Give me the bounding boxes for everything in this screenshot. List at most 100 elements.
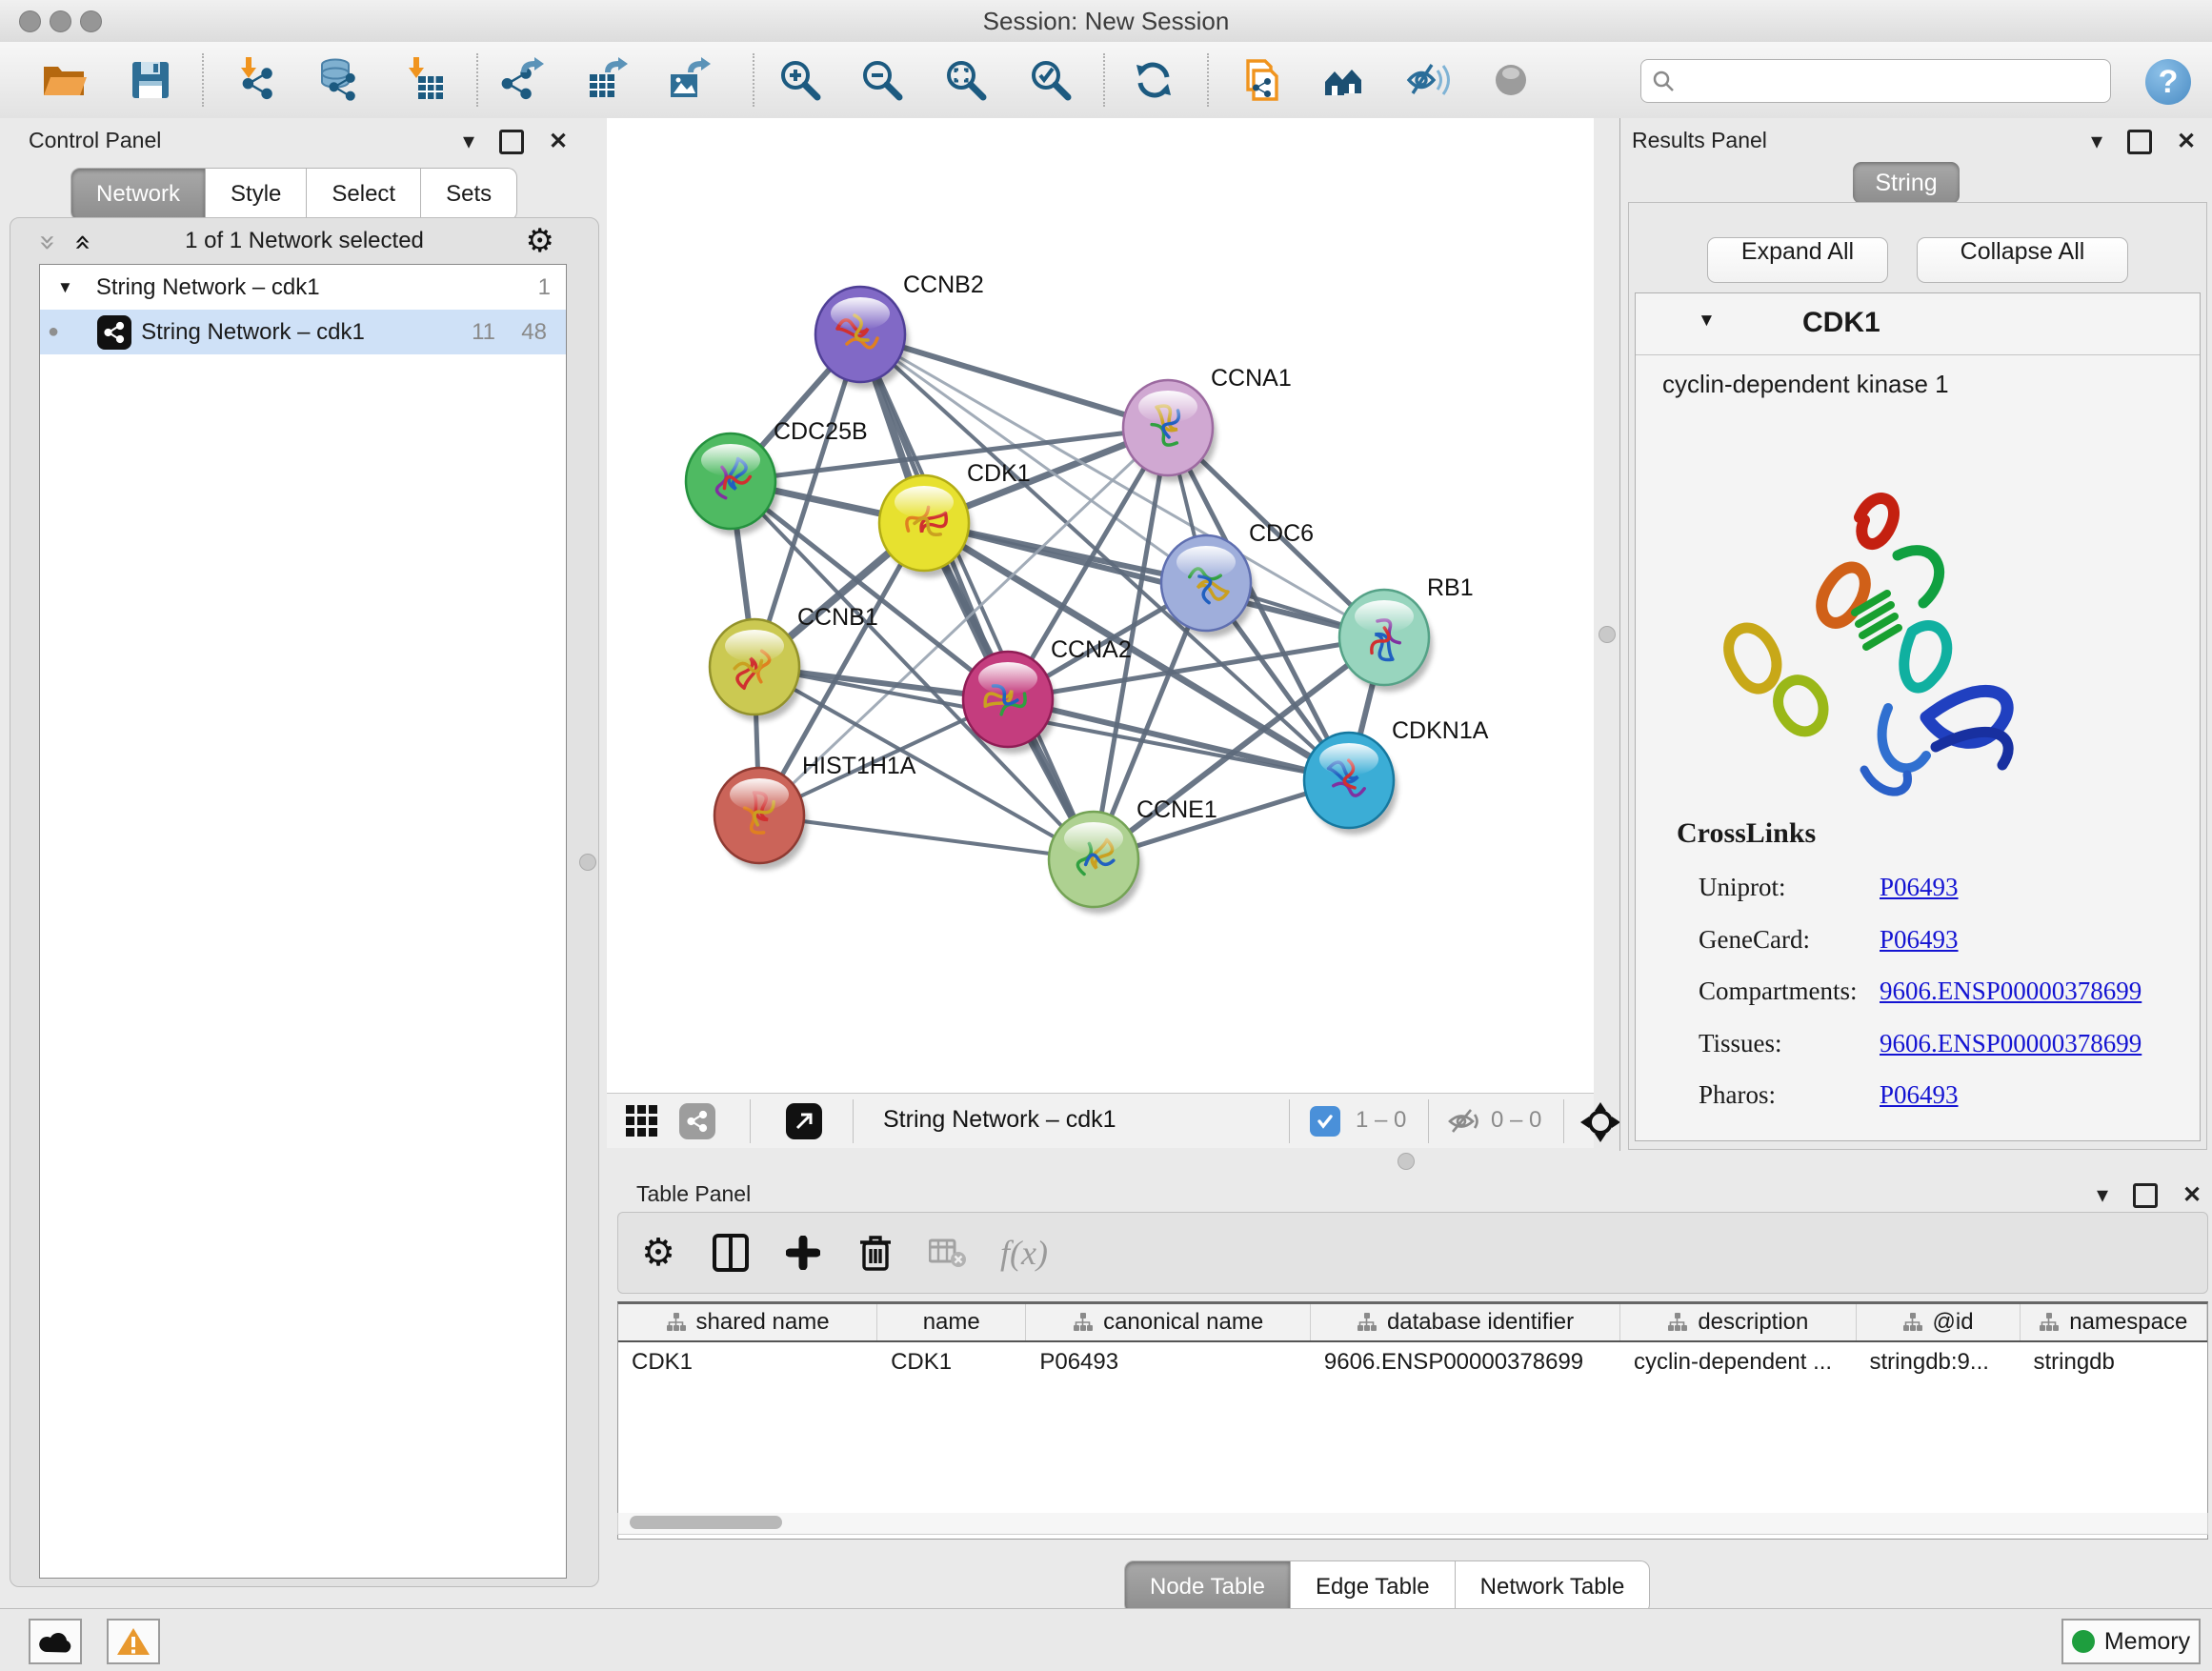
expand-all-button[interactable]: Expand All [1707,237,1888,283]
node-RB1[interactable]: RB1 [1339,574,1474,692]
zoom-selected-button[interactable] [1021,50,1080,110]
hidden-eye-icon[interactable] [1447,1106,1481,1137]
houses-button[interactable] [1315,50,1374,110]
memory-button[interactable]: Memory [2061,1619,2201,1664]
function-builder-icon[interactable]: f(x) [986,1213,1062,1293]
fit-selected-crosshair-icon[interactable] [1580,1102,1620,1142]
tab-edge-table[interactable]: Edge Table [1291,1560,1456,1614]
delete-column-icon[interactable] [849,1213,902,1293]
table-options-gear-icon[interactable]: ⚙ [632,1213,685,1293]
column-header-name[interactable]: name [877,1304,1026,1340]
column-header-@id[interactable]: @id [1857,1304,2021,1340]
edge-CDK1-RB1[interactable] [924,523,1384,637]
birdseye-grid-icon[interactable] [626,1105,658,1137]
tree-row-network[interactable]: ● String Network – cdk1 11 48 [40,310,566,354]
cell-canonical-name[interactable]: P06493 [1026,1342,1311,1382]
tab-network-table[interactable]: Network Table [1456,1560,1651,1614]
export-image-button[interactable] [660,50,719,110]
protein-header-row[interactable]: ▼ CDK1 [1636,293,2200,355]
column-header-database-identifier[interactable]: database identifier [1311,1304,1620,1340]
tab-string[interactable]: String [1853,162,1960,204]
column-header-namespace[interactable]: namespace [2021,1304,2207,1340]
import-network-database-button[interactable] [308,50,367,110]
crosslink-link[interactable]: P06493 [1880,873,1959,902]
inactive-sphere-icon [1488,57,1534,103]
toolbar-separator [202,53,204,107]
crosslink-link[interactable]: P06493 [1880,925,1959,955]
crosslink-link[interactable]: 9606.ENSP00000378699 [1880,1029,2142,1058]
horizontal-splitter[interactable] [607,1148,2212,1174]
maximize-results-icon[interactable] [2127,130,2152,154]
node-HIST1H1A[interactable]: HIST1H1A [714,753,916,870]
detach-view-icon[interactable] [786,1103,822,1139]
float-table-icon[interactable]: ▾ [2097,1184,2108,1207]
tree-row-collection[interactable]: ▼ String Network – cdk1 1 [40,265,566,310]
float-results-icon[interactable]: ▾ [2091,131,2102,153]
options-gear-icon[interactable]: ⚙ [526,222,554,260]
close-table-icon[interactable]: ✕ [2182,1184,2202,1207]
maximize-panel-icon[interactable] [499,130,524,154]
column-header-shared-name[interactable]: shared name [618,1304,877,1340]
node-CDK1[interactable]: CDK1 [879,460,1031,577]
cell-database-identifier[interactable]: 9606.ENSP00000378699 [1311,1342,1620,1382]
left-splitter-handle[interactable] [579,854,596,871]
node-label-CCNA2: CCNA2 [1051,636,1132,663]
help-button[interactable]: ? [2145,59,2191,105]
maximize-table-icon[interactable] [2133,1183,2158,1208]
selected-counts: 1 – 0 [1356,1107,1406,1134]
zoom-in-button[interactable] [771,50,830,110]
cell-name[interactable]: CDK1 [877,1342,1026,1382]
right-splitter-handle[interactable] [1599,626,1616,643]
cell-shared-name[interactable]: CDK1 [618,1342,877,1382]
inactive-sphere-button[interactable] [1481,50,1540,110]
column-header-description[interactable]: description [1620,1304,1857,1340]
zoom-out-button[interactable] [853,50,912,110]
table-hscrollbar-thumb[interactable] [630,1516,782,1529]
close-panel-icon[interactable]: ✕ [549,131,568,153]
tab-sets[interactable]: Sets [421,168,517,221]
open-session-button[interactable] [34,50,93,110]
column-header-canonical-name[interactable]: canonical name [1026,1304,1311,1340]
import-table-button[interactable] [396,50,455,110]
show-columns-icon[interactable] [704,1213,757,1293]
delete-table-icon[interactable] [921,1213,975,1293]
import-network-button[interactable] [229,50,288,110]
table-row[interactable]: CDK1CDK1P064939606.ENSP00000378699cyclin… [618,1342,2207,1382]
warning-button[interactable] [107,1619,160,1664]
refresh-view-button[interactable] [1124,50,1183,110]
vertical-splitter[interactable] [1594,118,1619,1151]
edge-CCNB2-CCNE1[interactable] [860,334,1094,859]
export-network-button[interactable] [493,50,553,110]
hide-unhide-button[interactable] [1398,50,1458,110]
close-results-icon[interactable]: ✕ [2177,131,2196,153]
memory-status-icon [2072,1630,2095,1653]
copy-documents-button[interactable] [1230,50,1289,110]
save-session-button[interactable] [121,50,180,110]
tab-style[interactable]: Style [206,168,307,221]
export-table-button[interactable] [577,50,636,110]
cell-namespace[interactable]: stringdb [2020,1342,2207,1382]
string-share-icon[interactable] [679,1103,715,1139]
cell-@id[interactable]: stringdb:9... [1857,1342,2021,1382]
search-input[interactable] [1685,67,2110,95]
selected-checkbox-icon[interactable] [1310,1106,1340,1137]
edge-HIST1H1A-CCNE1[interactable] [759,815,1094,859]
cell-description[interactable]: cyclin-dependent ... [1620,1342,1857,1382]
collapse-all-button[interactable]: Collapse All [1917,237,2128,283]
tab-select[interactable]: Select [307,168,421,221]
node-CCNB1[interactable]: CCNB1 [710,604,878,721]
add-column-icon[interactable] [776,1213,830,1293]
crosslink-link[interactable]: P06493 [1880,1080,1959,1110]
tab-network[interactable]: Network [70,168,206,221]
collapse-arrow-icon[interactable]: ▼ [57,278,73,297]
network-view[interactable]: CCNB2 CCNA1 CDC25B CDK1 CDC6 R [607,118,1594,1093]
cloud-button[interactable] [29,1619,82,1664]
collapse-protein-icon[interactable]: ▼ [1698,311,1716,332]
node-CDC6[interactable]: CDC6 [1161,520,1314,637]
node-CDKN1A[interactable]: CDKN1A [1304,717,1489,835]
crosslink-link[interactable]: 9606.ENSP00000378699 [1880,976,2142,1006]
float-panel-icon[interactable]: ▾ [463,131,474,153]
bottom-splitter-handle[interactable] [1398,1153,1415,1170]
zoom-fit-button[interactable] [936,50,995,110]
tab-node-table[interactable]: Node Table [1124,1560,1291,1614]
